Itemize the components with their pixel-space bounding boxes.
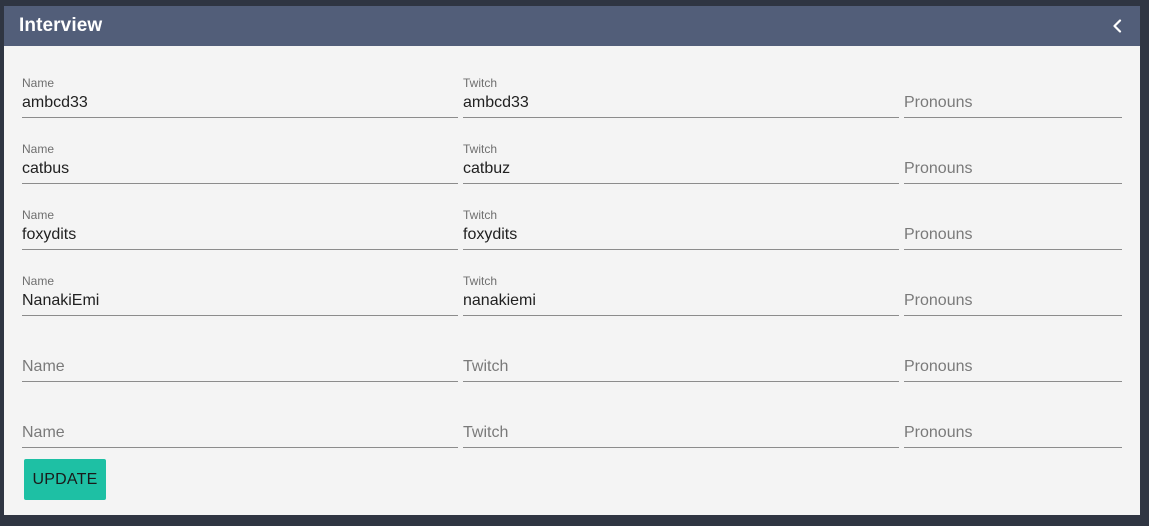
name-field-value[interactable]: foxydits (22, 226, 76, 244)
interviewee-row: Name foxydits Twitch foxydits Pronouns (22, 204, 1122, 270)
field-underline (463, 249, 899, 250)
field-underline (463, 315, 899, 316)
interview-panel: Interview Name ambcd33 Twitch ambcd33 Pronou… (4, 6, 1140, 515)
twitch-field[interactable]: Twitch foxydits (463, 204, 899, 250)
name-field[interactable]: Name (22, 336, 458, 382)
name-field[interactable]: Name ambcd33 (22, 72, 458, 118)
twitch-field-label: Twitch (463, 208, 498, 222)
name-field-value[interactable]: NanakiEmi (22, 292, 99, 310)
name-field[interactable]: Name NanakiEmi (22, 270, 458, 316)
field-underline (904, 447, 1122, 448)
panel-title: Interview (19, 15, 103, 36)
interviewee-row: Name ambcd33 Twitch ambcd33 Pronouns (22, 72, 1122, 138)
field-underline (904, 183, 1122, 184)
twitch-field[interactable]: Twitch (463, 402, 899, 448)
pronouns-field-placeholder[interactable]: Pronouns (904, 424, 973, 442)
interview-rows: Name ambcd33 Twitch ambcd33 Pronouns Name catb… (22, 72, 1122, 468)
pronouns-field-placeholder[interactable]: Pronouns (904, 358, 973, 376)
field-underline (904, 381, 1122, 382)
interviewee-row: Name NanakiEmi Twitch nanakiemi Pronouns (22, 270, 1122, 336)
twitch-field[interactable]: Twitch catbuz (463, 138, 899, 184)
pronouns-field[interactable]: Pronouns (904, 270, 1122, 316)
twitch-field-value[interactable]: ambcd33 (463, 94, 529, 112)
twitch-field-label: Twitch (463, 76, 498, 90)
field-underline (22, 117, 458, 118)
twitch-field[interactable]: Twitch (463, 336, 899, 382)
twitch-field-placeholder[interactable]: Twitch (463, 424, 508, 442)
pronouns-field-placeholder[interactable]: Pronouns (904, 292, 973, 310)
chevron-left-icon[interactable] (1108, 17, 1126, 35)
name-field-placeholder[interactable]: Name (22, 358, 65, 376)
pronouns-field[interactable]: Pronouns (904, 72, 1122, 118)
field-underline (22, 249, 458, 250)
interviewee-row: Name Twitch Pronouns (22, 336, 1122, 402)
field-underline (463, 447, 899, 448)
pronouns-field-placeholder[interactable]: Pronouns (904, 94, 973, 112)
name-field-label: Name (22, 274, 55, 288)
field-underline (22, 381, 458, 382)
twitch-field-label: Twitch (463, 274, 498, 288)
pronouns-field[interactable]: Pronouns (904, 336, 1122, 382)
field-underline (22, 315, 458, 316)
name-field-label: Name (22, 142, 55, 156)
interviewee-row: Name Twitch Pronouns (22, 402, 1122, 468)
name-field-placeholder[interactable]: Name (22, 424, 65, 442)
twitch-field-value[interactable]: foxydits (463, 226, 517, 244)
field-underline (904, 249, 1122, 250)
twitch-field-value[interactable]: catbuz (463, 160, 510, 178)
name-field-value[interactable]: catbus (22, 160, 69, 178)
twitch-field[interactable]: Twitch nanakiemi (463, 270, 899, 316)
name-field-value[interactable]: ambcd33 (22, 94, 88, 112)
twitch-field-label: Twitch (463, 142, 498, 156)
name-field-label: Name (22, 208, 55, 222)
pronouns-field-placeholder[interactable]: Pronouns (904, 160, 973, 178)
name-field-label: Name (22, 76, 55, 90)
pronouns-field[interactable]: Pronouns (904, 138, 1122, 184)
twitch-field[interactable]: Twitch ambcd33 (463, 72, 899, 118)
pronouns-field[interactable]: Pronouns (904, 204, 1122, 250)
panel-header: Interview (4, 6, 1140, 46)
field-underline (22, 447, 458, 448)
field-underline (463, 117, 899, 118)
name-field[interactable]: Name (22, 402, 458, 448)
field-underline (463, 381, 899, 382)
twitch-field-placeholder[interactable]: Twitch (463, 358, 508, 376)
twitch-field-value[interactable]: nanakiemi (463, 292, 536, 310)
update-button[interactable]: UPDATE (24, 459, 106, 500)
name-field[interactable]: Name catbus (22, 138, 458, 184)
field-underline (904, 117, 1122, 118)
pronouns-field-placeholder[interactable]: Pronouns (904, 226, 973, 244)
pronouns-field[interactable]: Pronouns (904, 402, 1122, 448)
field-underline (22, 183, 458, 184)
interviewee-row: Name catbus Twitch catbuz Pronouns (22, 138, 1122, 204)
field-underline (463, 183, 899, 184)
field-underline (904, 315, 1122, 316)
name-field[interactable]: Name foxydits (22, 204, 458, 250)
